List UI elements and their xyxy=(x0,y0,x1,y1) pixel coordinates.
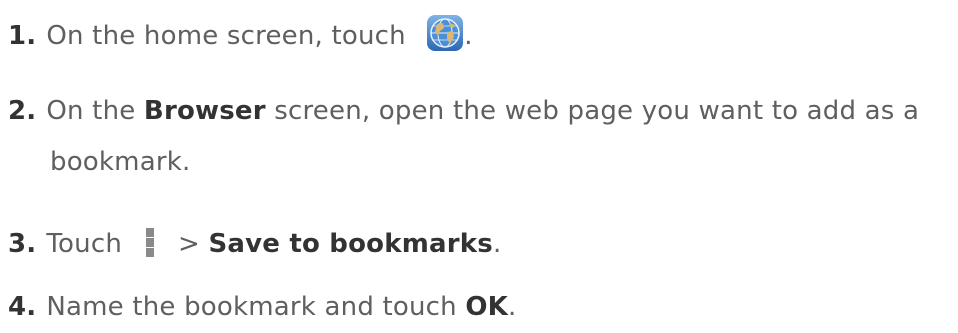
step-tail: . xyxy=(492,229,502,259)
step-2: 2. On the Browser screen, open the web pa… xyxy=(8,85,919,137)
step-tail: . xyxy=(507,292,517,322)
step-3: 3. Touch > Save to bookmarks. xyxy=(8,218,501,270)
step-text-wrap: bookmark. xyxy=(50,147,191,177)
ok-label: OK xyxy=(465,292,508,322)
step-number: 1. xyxy=(8,21,37,51)
save-to-bookmarks-label: Save to bookmarks xyxy=(208,229,493,259)
globe-icon xyxy=(426,14,464,52)
step-text: Name the bookmark and touch xyxy=(46,292,466,322)
more-options-icon xyxy=(146,222,154,260)
browser-label: Browser xyxy=(143,96,266,126)
step-4: 4. Name the bookmark and touch OK. xyxy=(8,281,516,333)
step-text-cont: screen, open the web page you want to ad… xyxy=(265,96,920,126)
step-1: 1. On the home screen, touch . xyxy=(8,10,473,62)
step-text: On the home screen, touch xyxy=(46,21,406,51)
step-text: On the xyxy=(46,96,144,126)
step-number: 4. xyxy=(8,292,37,322)
step-arrow: > xyxy=(178,229,209,259)
step-number: 3. xyxy=(8,229,37,259)
step-tail: . xyxy=(464,21,473,51)
step-text: Touch xyxy=(46,229,122,259)
step-number: 2. xyxy=(8,96,37,126)
step-2-line2: bookmark. xyxy=(50,136,190,188)
